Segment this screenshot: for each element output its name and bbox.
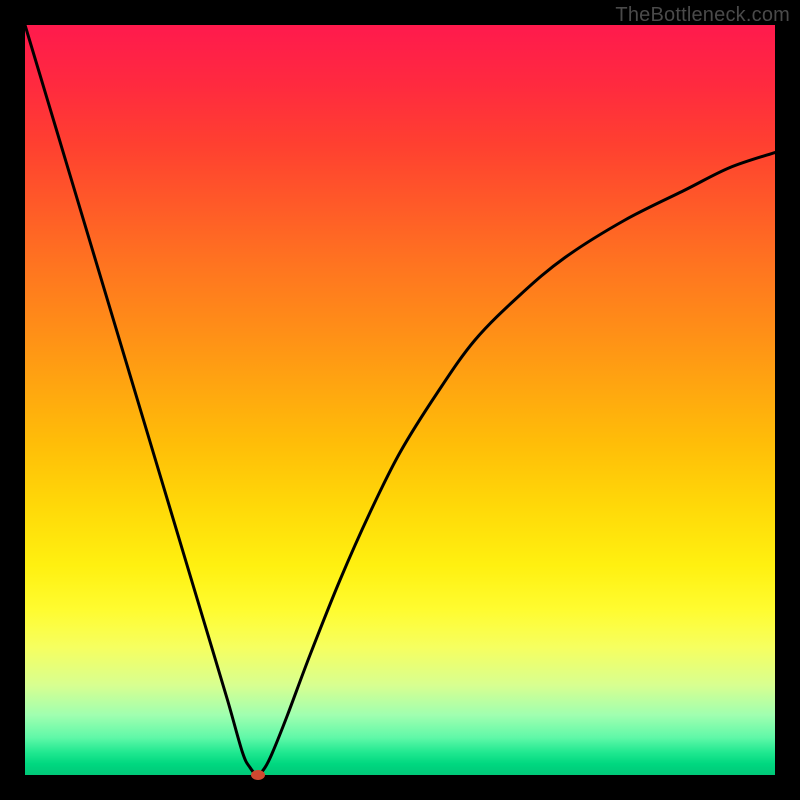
bottleneck-curve	[25, 25, 775, 775]
plot-area	[25, 25, 775, 775]
optimal-point-marker	[251, 770, 265, 780]
chart-frame: TheBottleneck.com	[0, 0, 800, 800]
curve-svg	[25, 25, 775, 775]
watermark-text: TheBottleneck.com	[615, 4, 790, 27]
